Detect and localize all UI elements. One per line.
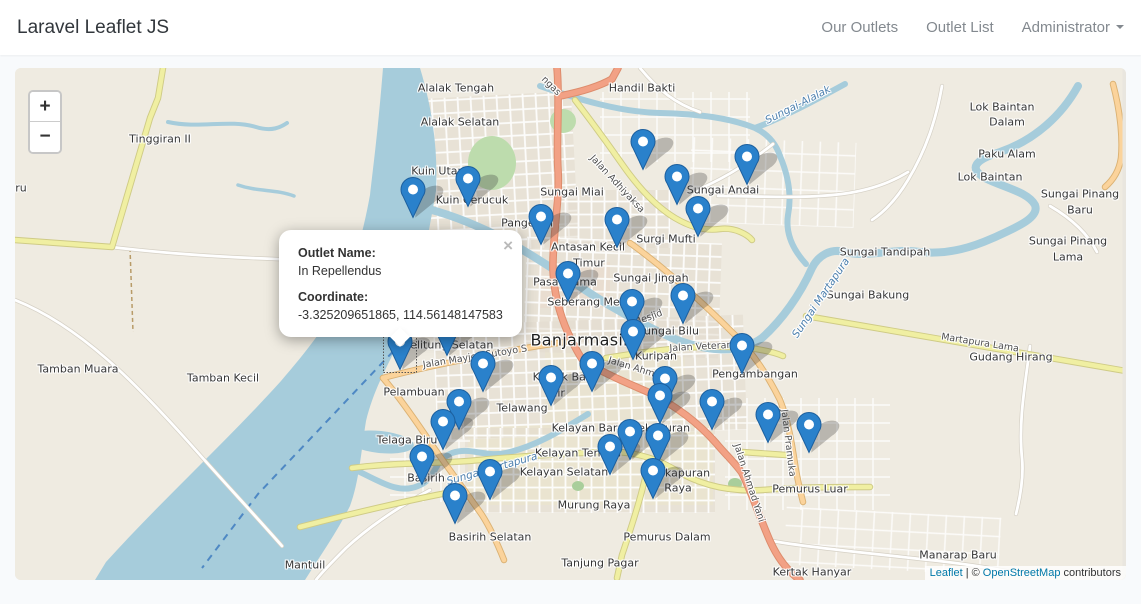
attribution-copyright: © bbox=[972, 567, 980, 579]
navbar: Laravel Leaflet JS Our Outlets Outlet Li… bbox=[0, 0, 1141, 55]
popup-name-label: Outlet Name: bbox=[298, 244, 503, 262]
nav-dropdown-administrator[interactable]: Administrator bbox=[1022, 19, 1124, 36]
nav-link-outlet-list[interactable]: Outlet List bbox=[926, 19, 994, 36]
nav-link-our-outlets[interactable]: Our Outlets bbox=[821, 19, 898, 36]
app-brand[interactable]: Laravel Leaflet JS bbox=[17, 17, 169, 39]
zoom-control: + − bbox=[28, 90, 62, 154]
popup-name-value: In Repellendus bbox=[298, 262, 503, 280]
zoom-out-button[interactable]: − bbox=[30, 122, 60, 152]
attribution-suffix: contributors bbox=[1064, 567, 1121, 579]
osm-link[interactable]: OpenStreetMap bbox=[983, 567, 1061, 579]
nav-dropdown-label: Administrator bbox=[1022, 19, 1110, 36]
attribution-divider: | bbox=[966, 567, 969, 579]
popup-close-button[interactable]: × bbox=[503, 234, 513, 259]
map-attribution: Leaflet | © OpenStreetMap contributors bbox=[925, 566, 1126, 580]
zoom-in-button[interactable]: + bbox=[30, 92, 60, 122]
map-markers-layer bbox=[15, 68, 1126, 580]
map-popup: × Outlet Name: In Repellendus Coordinate… bbox=[279, 230, 522, 337]
chevron-down-icon bbox=[1116, 25, 1124, 29]
leaflet-link[interactable]: Leaflet bbox=[930, 567, 963, 579]
navbar-links: Our Outlets Outlet List Administrator bbox=[821, 19, 1124, 36]
map-canvas[interactable]: Alalak TengahHandil BaktiAlalak SelatanL… bbox=[15, 68, 1126, 580]
popup-coordinate-label: Coordinate: bbox=[298, 288, 503, 306]
popup-coordinate-value: -3.325209651865, 114.56148147583 bbox=[298, 306, 503, 324]
